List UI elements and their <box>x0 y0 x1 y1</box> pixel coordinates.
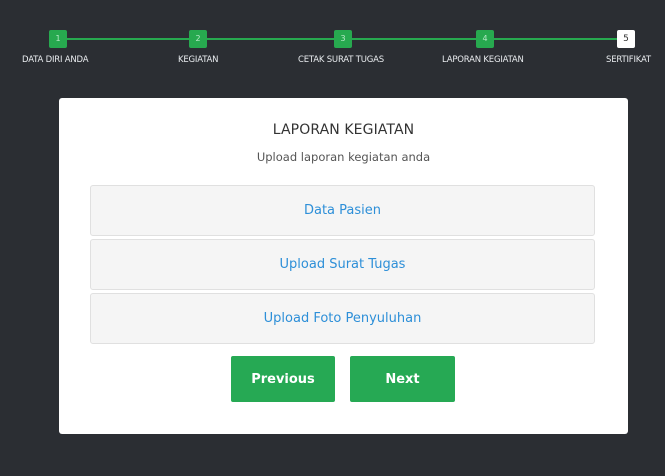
upload-surat-tugas-link[interactable]: Upload Surat Tugas <box>90 239 595 290</box>
upload-foto-penyuluhan-link[interactable]: Upload Foto Penyuluhan <box>90 293 595 344</box>
wizard-stepper: 1 2 3 4 5 DATA DIRI ANDA KEGIATAN CETAK … <box>0 0 665 80</box>
data-pasien-link[interactable]: Data Pasien <box>90 185 595 236</box>
step-4-label: LAPORAN KEGIATAN <box>442 55 524 65</box>
step-4-indicator[interactable]: 4 <box>476 30 494 48</box>
card-subtitle: Upload laporan kegiatan anda <box>256 150 431 164</box>
step-3-label: CETAK SURAT TUGAS <box>298 55 384 65</box>
next-button[interactable]: Next <box>350 356 455 402</box>
step-3-indicator[interactable]: 3 <box>334 30 352 48</box>
card-title: LAPORAN KEGIATAN <box>272 122 415 138</box>
step-2-indicator[interactable]: 2 <box>189 30 207 48</box>
step-5-label: SERTIFIKAT <box>606 55 651 65</box>
step-1-label: DATA DIRI ANDA <box>22 55 89 65</box>
step-1-indicator[interactable]: 1 <box>49 30 67 48</box>
previous-button[interactable]: Previous <box>231 356 335 402</box>
report-card: LAPORAN KEGIATAN Upload laporan kegiatan… <box>59 98 628 434</box>
step-2-label: KEGIATAN <box>178 55 219 65</box>
step-5-indicator[interactable]: 5 <box>617 30 635 48</box>
